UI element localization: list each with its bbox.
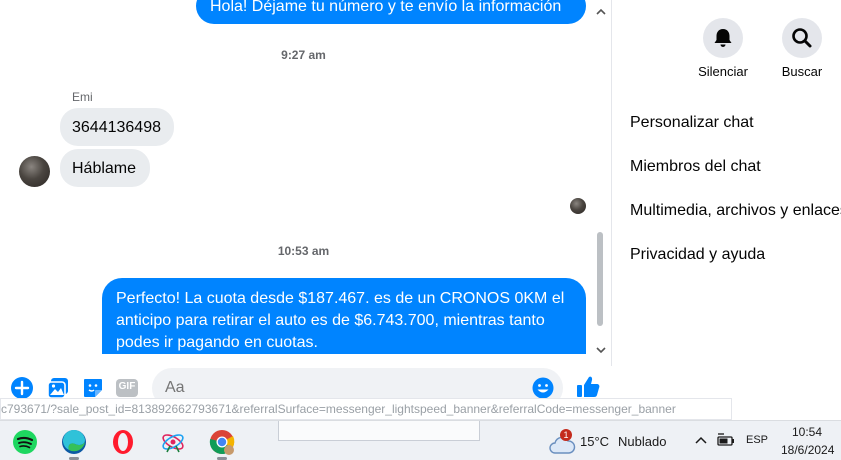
link-url-tooltip: c793671/?sale_post_id=813892662793671&re… bbox=[0, 398, 732, 420]
weather-temp: 15°C bbox=[580, 434, 610, 449]
message-text-line: anticipo para retirar el auto es de $6.7… bbox=[116, 312, 545, 329]
chat-info-panel: Silenciar Buscar Personalizar chat Miemb… bbox=[612, 0, 841, 410]
weather-widget[interactable]: 1 15°C Nublado bbox=[546, 421, 676, 460]
spotify-icon[interactable] bbox=[10, 427, 40, 457]
battery-network-icon[interactable] bbox=[716, 433, 738, 449]
scroll-up-icon[interactable] bbox=[596, 4, 606, 15]
scroll-down-icon[interactable] bbox=[596, 342, 606, 354]
menu-privacy-help[interactable]: Privacidad y ayuda bbox=[630, 246, 765, 264]
message-bubble-outgoing[interactable]: Hola! Déjame tu número y te envío la inf… bbox=[196, 0, 586, 24]
read-receipt-avatar bbox=[570, 198, 586, 214]
chat-bottom-edge bbox=[0, 354, 611, 366]
gif-icon[interactable]: GIF bbox=[115, 376, 139, 400]
search-icon bbox=[792, 28, 812, 48]
emoji-icon[interactable] bbox=[532, 377, 554, 399]
notification-badge: 1 bbox=[560, 429, 572, 441]
sender-name: Emi bbox=[72, 90, 93, 104]
sticker-icon[interactable] bbox=[81, 376, 105, 400]
mute-button[interactable] bbox=[703, 18, 743, 58]
edge-icon[interactable] bbox=[59, 427, 89, 457]
bell-icon bbox=[714, 29, 732, 47]
chat-thread: Hola! Déjame tu número y te envío la inf… bbox=[0, 0, 612, 366]
message-bubble-outgoing[interactable]: Perfecto! La cuota desde $187.467. es de… bbox=[102, 278, 586, 366]
plus-circle-icon[interactable] bbox=[10, 376, 34, 400]
search-button[interactable] bbox=[782, 18, 822, 58]
contact-avatar[interactable] bbox=[19, 156, 50, 187]
message-input[interactable] bbox=[165, 379, 515, 397]
message-text: Háblame bbox=[72, 160, 137, 177]
language-indicator[interactable]: ESP bbox=[746, 434, 768, 446]
message-text-line: podes ir pagando en cuotas. bbox=[116, 334, 318, 351]
menu-chat-members[interactable]: Miembros del chat bbox=[630, 158, 761, 176]
scrollbar-thumb[interactable] bbox=[597, 232, 603, 326]
app-icon[interactable] bbox=[158, 427, 188, 457]
weather-desc: Nublado bbox=[618, 434, 667, 449]
window-preview-edge bbox=[278, 421, 480, 441]
menu-media-files-links[interactable]: Multimedia, archivos y enlaces bbox=[630, 202, 841, 220]
badge-count: 1 bbox=[563, 430, 569, 440]
gif-label: GIF bbox=[118, 381, 136, 392]
mute-label: Silenciar bbox=[698, 64, 748, 79]
message-text-line: Perfecto! La cuota desde $187.467. es de… bbox=[116, 290, 565, 307]
like-icon[interactable] bbox=[575, 374, 601, 400]
taskbar: 1 15°C Nublado ESP 10:54 18/6/2024 bbox=[0, 420, 841, 460]
timestamp: 9:27 am bbox=[281, 48, 326, 62]
chrome-icon[interactable] bbox=[207, 427, 237, 457]
message-text: Hola! Déjame tu número y te envío la inf… bbox=[210, 0, 562, 15]
menu-customize-chat[interactable]: Personalizar chat bbox=[630, 114, 754, 132]
clock-time[interactable]: 10:54 bbox=[792, 425, 822, 439]
clock-date[interactable]: 18/6/2024 bbox=[781, 443, 834, 457]
search-label: Buscar bbox=[781, 64, 823, 79]
timestamp: 10:53 am bbox=[277, 244, 330, 258]
screen: Hola! Déjame tu número y te envío la inf… bbox=[0, 0, 841, 460]
chevron-up-icon[interactable] bbox=[694, 434, 708, 448]
message-text: 3644136498 bbox=[72, 119, 161, 136]
message-bubble-incoming[interactable]: Háblame bbox=[60, 149, 150, 187]
message-bubble-incoming[interactable]: 3644136498 bbox=[60, 108, 174, 146]
opera-icon[interactable] bbox=[108, 427, 138, 457]
image-icon[interactable] bbox=[46, 376, 70, 400]
